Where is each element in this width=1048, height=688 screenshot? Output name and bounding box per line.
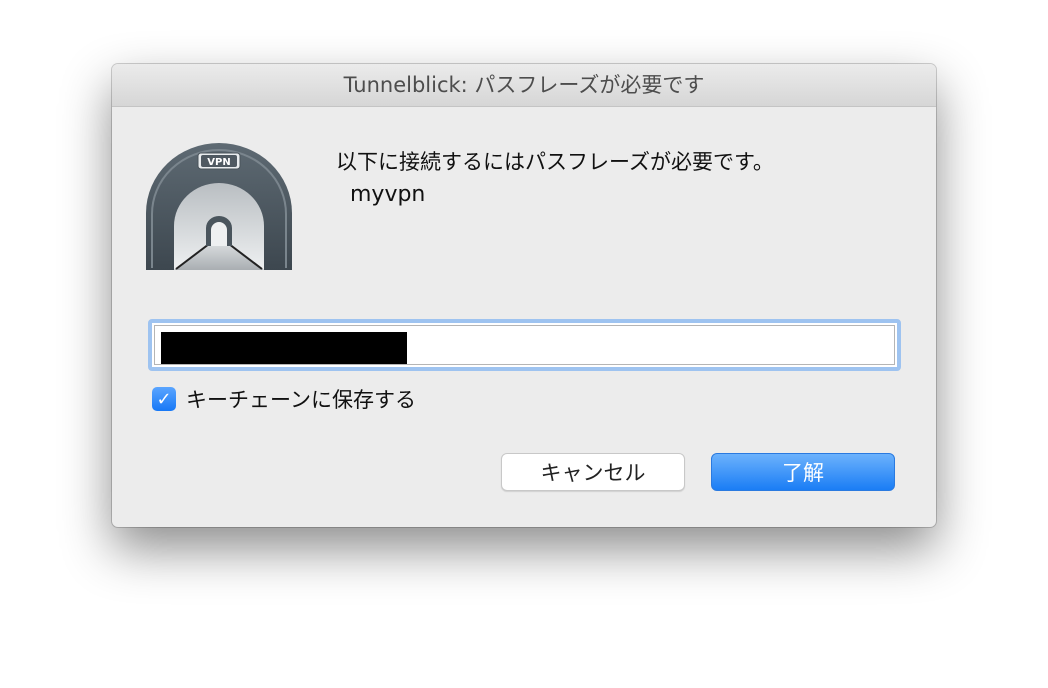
redacted-passphrase [161, 332, 407, 364]
window-title: Tunnelblick: パスフレーズが必要です [112, 64, 936, 107]
prompt-text: 以下に接続するにはパスフレーズが必要です。 [336, 150, 774, 174]
ok-button[interactable]: 了解 [711, 453, 895, 491]
save-in-keychain-label[interactable]: キーチェーンに保存する [186, 384, 416, 414]
cancel-button[interactable]: キャンセル [501, 453, 685, 491]
tunnelblick-icon: VPN [146, 143, 292, 270]
connection-name: myvpn [350, 182, 426, 207]
passphrase-input[interactable] [148, 319, 901, 371]
save-in-keychain-checkbox[interactable]: ✓ [152, 387, 176, 411]
passphrase-input-box[interactable] [154, 325, 895, 365]
passphrase-dialog: Tunnelblick: パスフレーズが必要です VPN 以下に接続するにはパス… [112, 64, 936, 527]
save-in-keychain-option[interactable]: ✓ キーチェーンに保存する [152, 386, 416, 412]
checkmark-icon: ✓ [156, 388, 172, 410]
vpn-badge-text: VPN [207, 157, 230, 168]
